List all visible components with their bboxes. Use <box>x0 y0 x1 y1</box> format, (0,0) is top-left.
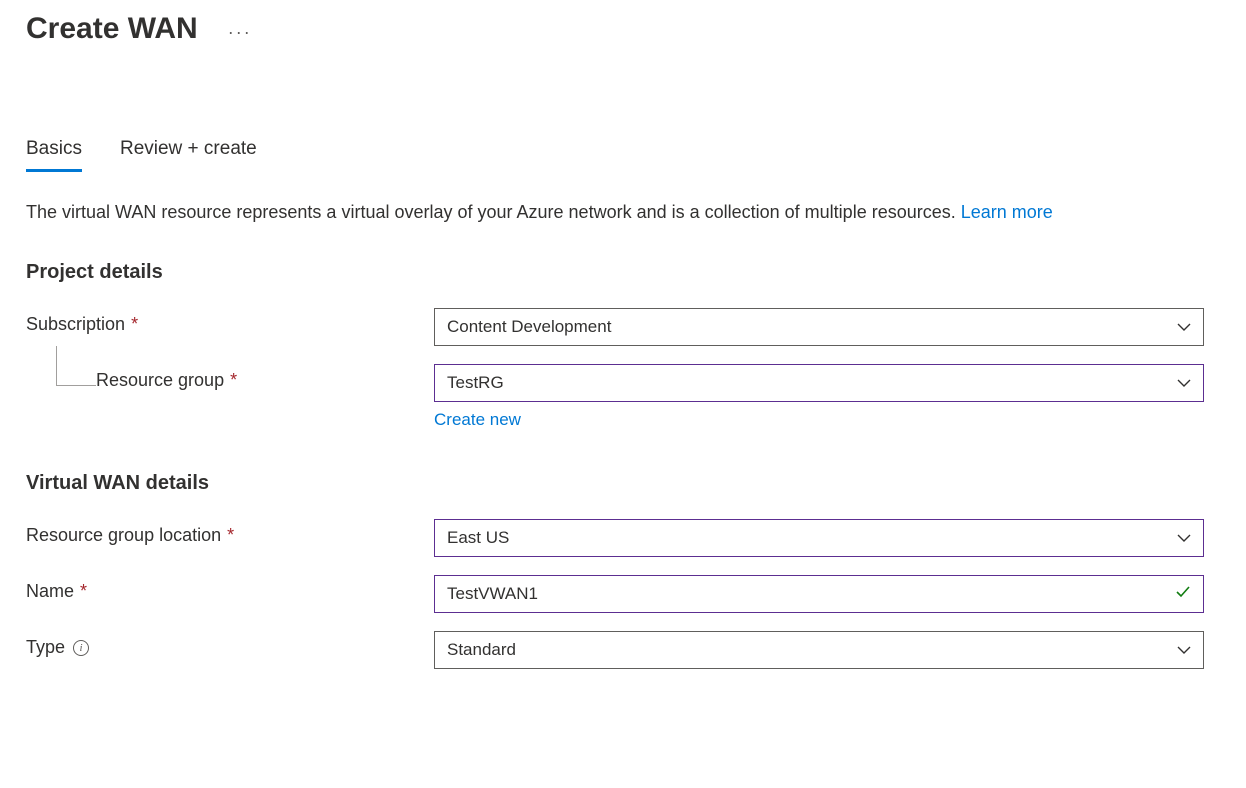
label-wrap-subscription: Subscription * <box>26 308 434 335</box>
required-marker: * <box>131 314 138 335</box>
chevron-down-icon <box>1177 376 1191 390</box>
label-location: Resource group location <box>26 525 221 546</box>
required-marker: * <box>80 581 87 602</box>
tabs: Basics Review + create <box>26 134 1220 172</box>
type-value: Standard <box>447 640 516 660</box>
tab-basics[interactable]: Basics <box>26 134 82 172</box>
more-menu-icon[interactable]: ··· <box>228 22 252 43</box>
row-name: Name * TestVWAN1 <box>26 575 1220 613</box>
row-resource-group: Resource group * TestRG Create new <box>26 364 1220 430</box>
label-wrap-type: Type i <box>26 631 434 658</box>
location-value: East US <box>447 528 509 548</box>
checkmark-icon <box>1175 584 1191 605</box>
section-vwan-details-title: Virtual WAN details <box>26 472 1220 495</box>
info-icon[interactable]: i <box>73 640 89 656</box>
page-header: Create WAN ··· <box>26 12 1220 46</box>
control-wrap-resource-group: TestRG Create new <box>434 364 1204 430</box>
type-dropdown[interactable]: Standard <box>434 631 1204 669</box>
chevron-down-icon <box>1177 643 1191 657</box>
required-marker: * <box>227 525 234 546</box>
chevron-down-icon <box>1177 531 1191 545</box>
subscription-value: Content Development <box>447 317 611 337</box>
tab-review-create[interactable]: Review + create <box>120 134 257 172</box>
resource-group-value: TestRG <box>447 373 504 393</box>
label-type: Type <box>26 637 65 658</box>
control-wrap-name: TestVWAN1 <box>434 575 1204 613</box>
learn-more-link[interactable]: Learn more <box>961 202 1053 222</box>
name-input[interactable]: TestVWAN1 <box>434 575 1204 613</box>
label-name: Name <box>26 581 74 602</box>
control-wrap-location: East US <box>434 519 1204 557</box>
row-subscription: Subscription * Content Development <box>26 308 1220 346</box>
control-wrap-subscription: Content Development <box>434 308 1204 346</box>
label-wrap-name: Name * <box>26 575 434 602</box>
description-text: The virtual WAN resource represents a vi… <box>26 200 1206 225</box>
required-marker: * <box>230 370 237 391</box>
label-resource-group: Resource group <box>96 370 224 391</box>
description-body: The virtual WAN resource represents a vi… <box>26 202 961 222</box>
control-wrap-type: Standard <box>434 631 1204 669</box>
tree-connector <box>56 346 96 386</box>
name-value: TestVWAN1 <box>447 584 538 604</box>
chevron-down-icon <box>1177 320 1191 334</box>
location-dropdown[interactable]: East US <box>434 519 1204 557</box>
section-project-details-title: Project details <box>26 261 1220 284</box>
row-location: Resource group location * East US <box>26 519 1220 557</box>
subscription-dropdown[interactable]: Content Development <box>434 308 1204 346</box>
label-subscription: Subscription <box>26 314 125 335</box>
page-title: Create WAN <box>26 12 198 46</box>
row-type: Type i Standard <box>26 631 1220 669</box>
label-wrap-location: Resource group location * <box>26 519 434 546</box>
resource-group-dropdown[interactable]: TestRG <box>434 364 1204 402</box>
create-new-link[interactable]: Create new <box>434 410 521 430</box>
